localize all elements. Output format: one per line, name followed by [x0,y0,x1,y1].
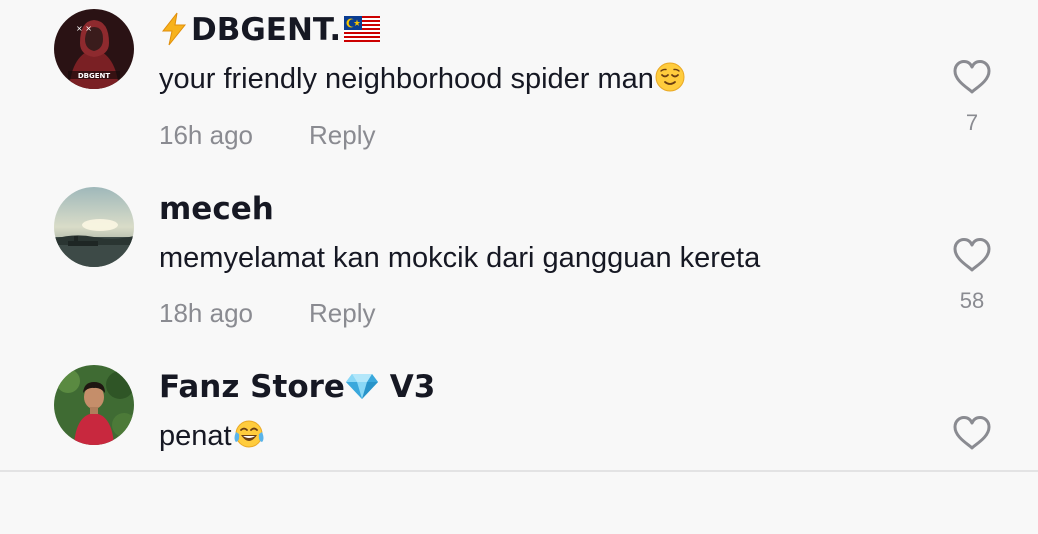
comment-text-content: memyelamat kan mokcik dari gangguan kere… [159,242,761,274]
comment-item: Fanz Store V3 penat [0,356,1038,534]
comment-username[interactable]: meceh [159,191,274,227]
avatar[interactable] [54,187,134,267]
comment-text-content: penat [159,420,232,452]
reply-button[interactable]: Reply [309,120,375,150]
comment-username[interactable]: Fanz Store V3 [159,369,435,405]
avatar[interactable] [54,365,134,445]
comment-text-content: your friendly neighborhood spider man [159,63,654,95]
comment-username-text: DBGENT. [191,12,342,48]
comment-timestamp: 18h ago [159,298,253,328]
comment-text: your friendly neighborhood spider man [159,62,685,96]
heart-outline-icon [953,416,991,450]
heart-outline-icon [953,238,991,272]
comment-username-suffix: V3 [378,369,436,405]
divider [0,470,1038,472]
comment-username-text: meceh [159,191,274,227]
like-button[interactable] [952,237,992,273]
lightning-emoji-icon [161,12,187,45]
gem-emoji-icon [345,373,378,399]
comment-text: memyelamat kan mokcik dari gangguan kere… [159,241,760,275]
comment-item: meceh memyelamat kan mokcik dari ganggua… [0,178,1038,356]
comment-timestamp: 16h ago [159,120,253,150]
like-count: 58 [959,288,985,313]
svg-text:× ×: × × [76,24,92,33]
like-button[interactable] [952,415,992,451]
relieved-face-emoji-icon [655,62,685,92]
avatar-logo-text: DBGENT [78,72,111,80]
like-count: 7 [965,110,979,135]
avatar[interactable]: DBGENT × × [54,9,134,89]
like-button[interactable] [952,59,992,95]
comment-username-text: Fanz Store [159,369,345,405]
comment-text: penat [159,419,265,453]
tears-of-joy-emoji-icon [234,420,264,448]
heart-outline-icon [953,60,991,94]
comment-username[interactable]: DBGENT. [159,12,381,48]
malaysia-flag-emoji-icon [344,15,381,42]
comment-item: DBGENT × × DBGENT. your friendly neighbo… [0,0,1038,178]
reply-button[interactable]: Reply [309,298,375,328]
